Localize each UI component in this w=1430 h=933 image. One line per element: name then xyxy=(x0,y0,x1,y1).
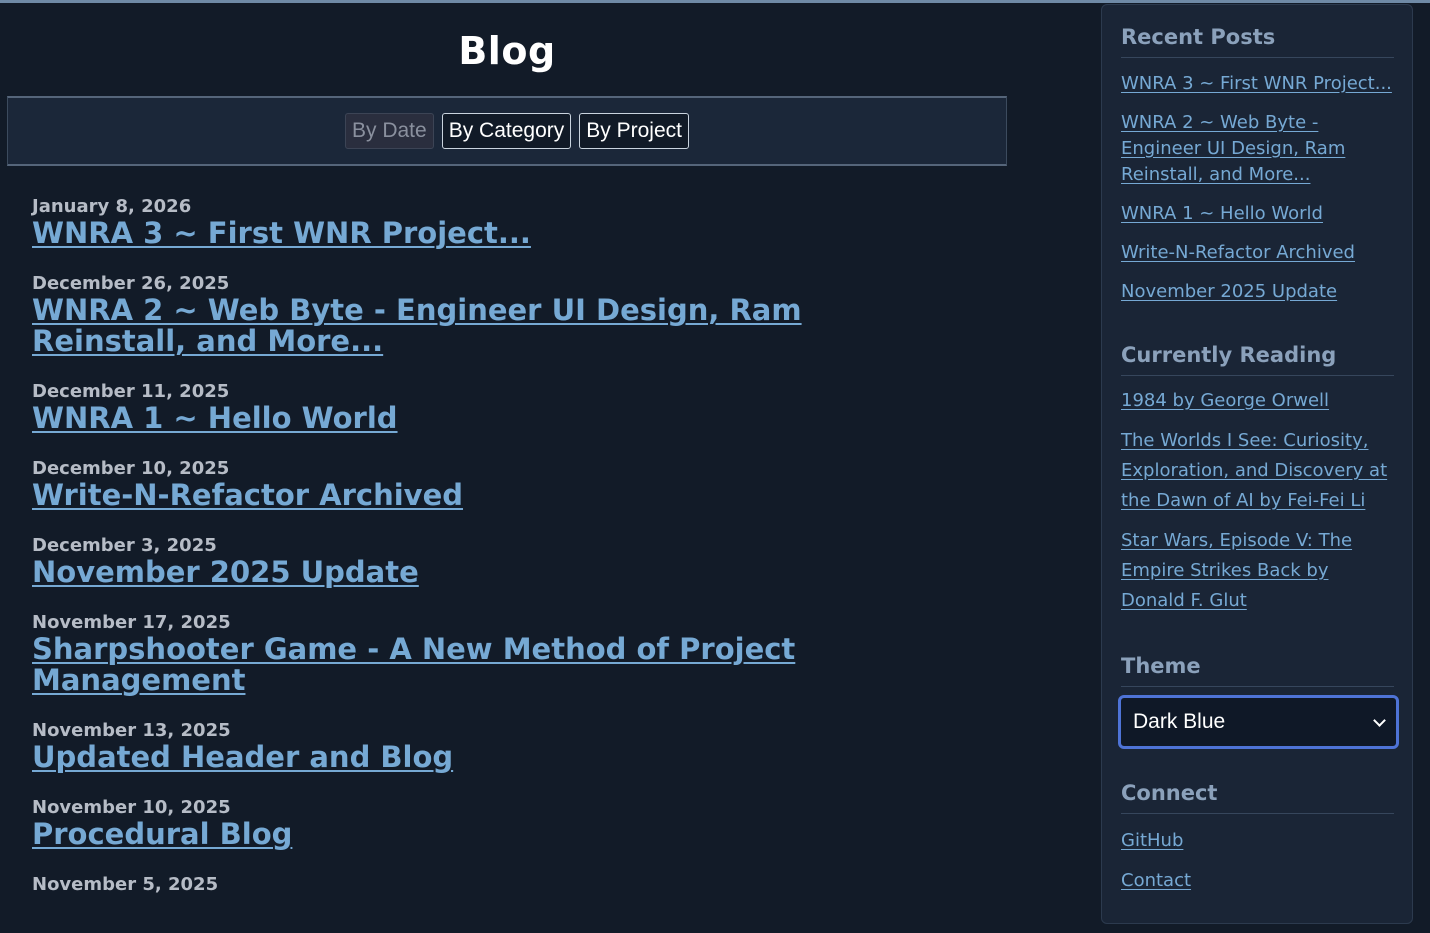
post-title-link[interactable]: November 2025 Update xyxy=(32,557,932,588)
post-date: December 10, 2025 xyxy=(32,458,230,479)
recent-post-link[interactable]: WNRA 3 ~ First WNR Project... xyxy=(1121,71,1394,97)
post-date: December 11, 2025 xyxy=(32,381,230,402)
filter-bar: By Date By Category By Project xyxy=(7,96,1007,166)
post-list: January 8, 2026 WNRA 3 ~ First WNR Proje… xyxy=(32,196,992,920)
reading-link[interactable]: Star Wars, Episode V: The Empire Strikes… xyxy=(1121,526,1394,616)
post-item: November 17, 2025 Sharpshooter Game - A … xyxy=(32,612,992,696)
currently-reading-section: Currently Reading 1984 by George Orwell … xyxy=(1121,343,1394,616)
post-item: January 8, 2026 WNRA 3 ~ First WNR Proje… xyxy=(32,196,992,249)
post-title-link[interactable]: WNRA 2 ~ Web Byte - Engineer UI Design, … xyxy=(32,295,932,357)
filter-buttons: By Date By Category By Project xyxy=(345,113,689,149)
post-item: December 10, 2025 Write-N-Refactor Archi… xyxy=(32,458,992,511)
post-item: December 11, 2025 WNRA 1 ~ Hello World xyxy=(32,381,992,434)
recent-post-link[interactable]: WNRA 2 ~ Web Byte - Engineer UI Design, … xyxy=(1121,110,1394,188)
reading-link[interactable]: 1984 by George Orwell xyxy=(1121,386,1394,416)
recent-posts-heading: Recent Posts xyxy=(1121,25,1394,58)
currently-reading-heading: Currently Reading xyxy=(1121,343,1394,376)
post-date: December 3, 2025 xyxy=(32,535,217,556)
connect-section: Connect GitHub Contact xyxy=(1121,781,1394,894)
post-date: November 17, 2025 xyxy=(32,612,231,633)
post-title-link[interactable]: WNRA 3 ~ First WNR Project... xyxy=(32,218,932,249)
chevron-down-icon xyxy=(1373,714,1386,727)
post-title-link[interactable]: WNRA 1 ~ Hello World xyxy=(32,403,932,434)
by-category-button[interactable]: By Category xyxy=(441,113,572,149)
recent-post-link[interactable]: November 2025 Update xyxy=(1121,279,1394,305)
theme-select-value: Dark Blue xyxy=(1133,710,1226,733)
post-item: November 10, 2025 Procedural Blog xyxy=(32,797,992,850)
github-link[interactable]: GitHub xyxy=(1121,828,1394,854)
post-date: November 5, 2025 xyxy=(32,874,219,895)
post-item: December 26, 2025 WNRA 2 ~ Web Byte - En… xyxy=(32,273,992,357)
post-title-link[interactable]: Updated Header and Blog xyxy=(32,742,932,773)
post-date: December 26, 2025 xyxy=(32,273,230,294)
post-date: November 10, 2025 xyxy=(32,797,231,818)
theme-section: Theme Dark Blue xyxy=(1118,654,1399,749)
reading-link[interactable]: The Worlds I See: Curiosity, Exploration… xyxy=(1121,426,1394,516)
by-project-button[interactable]: By Project xyxy=(579,113,689,149)
post-title-link[interactable]: Sharpshooter Game - A New Method of Proj… xyxy=(32,634,932,696)
post-item: November 5, 2025 xyxy=(32,874,992,896)
page-title: Blog xyxy=(458,29,556,73)
recent-post-link[interactable]: Write-N-Refactor Archived xyxy=(1121,240,1394,266)
contact-link[interactable]: Contact xyxy=(1121,868,1394,894)
sidebar: Recent Posts WNRA 3 ~ First WNR Project.… xyxy=(1101,4,1413,924)
blog-main: Blog By Date By Category By Project Janu… xyxy=(7,3,1007,933)
post-title-link[interactable]: Procedural Blog xyxy=(32,819,932,850)
recent-post-link[interactable]: WNRA 1 ~ Hello World xyxy=(1121,201,1394,227)
connect-heading: Connect xyxy=(1121,781,1394,814)
post-title-link[interactable]: Write-N-Refactor Archived xyxy=(32,480,932,511)
recent-posts-section: Recent Posts WNRA 3 ~ First WNR Project.… xyxy=(1121,25,1394,305)
post-date: January 8, 2026 xyxy=(32,196,192,217)
by-date-button[interactable]: By Date xyxy=(345,113,434,149)
theme-heading: Theme xyxy=(1121,654,1394,687)
theme-select[interactable]: Dark Blue xyxy=(1118,695,1399,749)
post-date: November 13, 2025 xyxy=(32,720,231,741)
post-item: November 13, 2025 Updated Header and Blo… xyxy=(32,720,992,773)
post-item: December 3, 2025 November 2025 Update xyxy=(32,535,992,588)
